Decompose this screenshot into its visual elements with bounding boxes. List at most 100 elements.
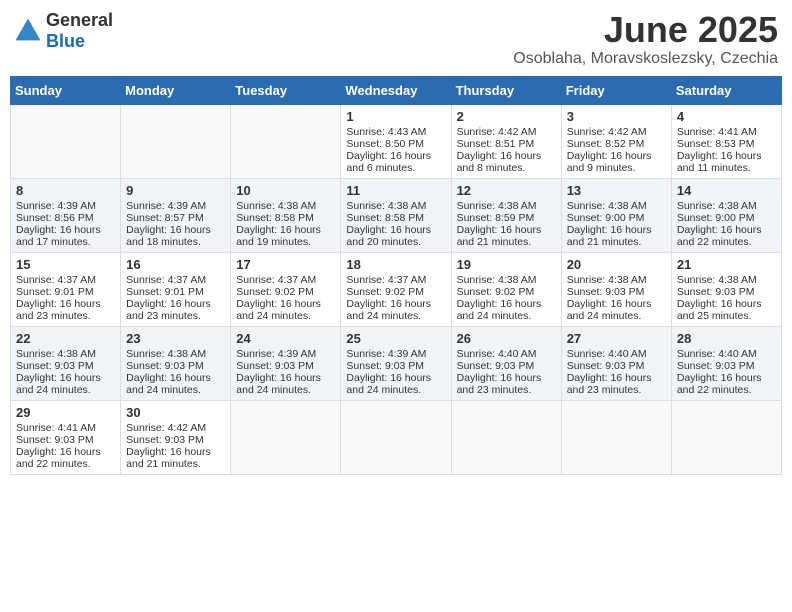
sunset-label: Sunset: 8:59 PM — [457, 212, 535, 224]
sunrise-label: Sunrise: 4:42 AM — [126, 422, 206, 434]
sunrise-label: Sunrise: 4:40 AM — [457, 348, 537, 360]
sunrise-label: Sunrise: 4:41 AM — [677, 126, 757, 138]
daylight-label: Daylight: 16 hours and 24 minutes. — [457, 298, 542, 322]
day-number: 27 — [567, 331, 666, 346]
sunset-label: Sunset: 9:03 PM — [346, 360, 424, 372]
calendar-cell — [341, 400, 451, 474]
calendar-cell: 1 Sunrise: 4:43 AM Sunset: 8:50 PM Dayli… — [341, 104, 451, 178]
sunrise-label: Sunrise: 4:39 AM — [16, 200, 96, 212]
day-number: 15 — [16, 257, 115, 272]
day-number: 12 — [457, 183, 556, 198]
sunset-label: Sunset: 9:02 PM — [346, 286, 424, 298]
sunrise-label: Sunrise: 4:39 AM — [346, 348, 426, 360]
daylight-label: Daylight: 16 hours and 23 minutes. — [567, 372, 652, 396]
calendar-cell — [451, 400, 561, 474]
day-number: 4 — [677, 109, 776, 124]
calendar-cell: 27 Sunrise: 4:40 AM Sunset: 9:03 PM Dayl… — [561, 326, 671, 400]
sunset-label: Sunset: 9:03 PM — [677, 360, 755, 372]
daylight-label: Daylight: 16 hours and 22 minutes. — [677, 224, 762, 248]
calendar-header-row: SundayMondayTuesdayWednesdayThursdayFrid… — [11, 76, 782, 104]
day-number: 2 — [457, 109, 556, 124]
calendar-week-row: 22 Sunrise: 4:38 AM Sunset: 9:03 PM Dayl… — [11, 326, 782, 400]
day-header-sunday: Sunday — [11, 76, 121, 104]
calendar-cell: 12 Sunrise: 4:38 AM Sunset: 8:59 PM Dayl… — [451, 178, 561, 252]
sunset-label: Sunset: 8:53 PM — [677, 138, 755, 150]
day-number: 21 — [677, 257, 776, 272]
daylight-label: Daylight: 16 hours and 18 minutes. — [126, 224, 211, 248]
calendar-subtitle: Osoblaha, Moravskoslezsky, Czechia — [513, 50, 778, 68]
day-number: 3 — [567, 109, 666, 124]
sunrise-label: Sunrise: 4:38 AM — [457, 274, 537, 286]
sunrise-label: Sunrise: 4:38 AM — [567, 274, 647, 286]
calendar-cell — [11, 104, 121, 178]
sunset-label: Sunset: 9:02 PM — [457, 286, 535, 298]
calendar-cell: 9 Sunrise: 4:39 AM Sunset: 8:57 PM Dayli… — [121, 178, 231, 252]
calendar-week-row: 8 Sunrise: 4:39 AM Sunset: 8:56 PM Dayli… — [11, 178, 782, 252]
calendar-cell: 15 Sunrise: 4:37 AM Sunset: 9:01 PM Dayl… — [11, 252, 121, 326]
day-number: 8 — [16, 183, 115, 198]
calendar-week-row: 29 Sunrise: 4:41 AM Sunset: 9:03 PM Dayl… — [11, 400, 782, 474]
sunrise-label: Sunrise: 4:38 AM — [236, 200, 316, 212]
sunset-label: Sunset: 9:00 PM — [677, 212, 755, 224]
calendar-cell: 26 Sunrise: 4:40 AM Sunset: 9:03 PM Dayl… — [451, 326, 561, 400]
day-header-monday: Monday — [121, 76, 231, 104]
daylight-label: Daylight: 16 hours and 22 minutes. — [16, 446, 101, 470]
day-number: 10 — [236, 183, 335, 198]
sunrise-label: Sunrise: 4:38 AM — [346, 200, 426, 212]
calendar-cell: 10 Sunrise: 4:38 AM Sunset: 8:58 PM Dayl… — [231, 178, 341, 252]
sunrise-label: Sunrise: 4:43 AM — [346, 126, 426, 138]
daylight-label: Daylight: 16 hours and 24 minutes. — [567, 298, 652, 322]
day-number: 23 — [126, 331, 225, 346]
daylight-label: Daylight: 16 hours and 21 minutes. — [567, 224, 652, 248]
daylight-label: Daylight: 16 hours and 24 minutes. — [236, 372, 321, 396]
day-number: 13 — [567, 183, 666, 198]
daylight-label: Daylight: 16 hours and 22 minutes. — [677, 372, 762, 396]
daylight-label: Daylight: 16 hours and 21 minutes. — [126, 446, 211, 470]
calendar-cell — [671, 400, 781, 474]
sunrise-label: Sunrise: 4:40 AM — [677, 348, 757, 360]
day-number: 1 — [346, 109, 445, 124]
daylight-label: Daylight: 16 hours and 23 minutes. — [16, 298, 101, 322]
calendar-cell — [561, 400, 671, 474]
day-number: 14 — [677, 183, 776, 198]
sunrise-label: Sunrise: 4:38 AM — [677, 274, 757, 286]
sunrise-label: Sunrise: 4:40 AM — [567, 348, 647, 360]
title-area: June 2025 Osoblaha, Moravskoslezsky, Cze… — [513, 10, 778, 68]
day-number: 11 — [346, 183, 445, 198]
sunrise-label: Sunrise: 4:38 AM — [677, 200, 757, 212]
calendar-cell: 21 Sunrise: 4:38 AM Sunset: 9:03 PM Dayl… — [671, 252, 781, 326]
sunrise-label: Sunrise: 4:38 AM — [457, 200, 537, 212]
calendar-cell: 8 Sunrise: 4:39 AM Sunset: 8:56 PM Dayli… — [11, 178, 121, 252]
calendar-cell: 4 Sunrise: 4:41 AM Sunset: 8:53 PM Dayli… — [671, 104, 781, 178]
day-header-friday: Friday — [561, 76, 671, 104]
day-number: 9 — [126, 183, 225, 198]
calendar-table: SundayMondayTuesdayWednesdayThursdayFrid… — [10, 76, 782, 475]
day-number: 29 — [16, 405, 115, 420]
daylight-label: Daylight: 16 hours and 17 minutes. — [16, 224, 101, 248]
day-number: 20 — [567, 257, 666, 272]
calendar-cell: 25 Sunrise: 4:39 AM Sunset: 9:03 PM Dayl… — [341, 326, 451, 400]
day-number: 18 — [346, 257, 445, 272]
sunrise-label: Sunrise: 4:37 AM — [16, 274, 96, 286]
day-header-tuesday: Tuesday — [231, 76, 341, 104]
sunrise-label: Sunrise: 4:41 AM — [16, 422, 96, 434]
calendar-cell: 16 Sunrise: 4:37 AM Sunset: 9:01 PM Dayl… — [121, 252, 231, 326]
calendar-cell: 24 Sunrise: 4:39 AM Sunset: 9:03 PM Dayl… — [231, 326, 341, 400]
daylight-label: Daylight: 16 hours and 23 minutes. — [126, 298, 211, 322]
daylight-label: Daylight: 16 hours and 8 minutes. — [457, 150, 542, 174]
sunset-label: Sunset: 8:56 PM — [16, 212, 94, 224]
sunset-label: Sunset: 9:01 PM — [126, 286, 204, 298]
sunset-label: Sunset: 9:00 PM — [567, 212, 645, 224]
day-number: 28 — [677, 331, 776, 346]
sunrise-label: Sunrise: 4:37 AM — [126, 274, 206, 286]
daylight-label: Daylight: 16 hours and 20 minutes. — [346, 224, 431, 248]
sunrise-label: Sunrise: 4:42 AM — [567, 126, 647, 138]
daylight-label: Daylight: 16 hours and 24 minutes. — [346, 372, 431, 396]
sunset-label: Sunset: 9:02 PM — [236, 286, 314, 298]
sunrise-label: Sunrise: 4:38 AM — [16, 348, 96, 360]
calendar-cell: 22 Sunrise: 4:38 AM Sunset: 9:03 PM Dayl… — [11, 326, 121, 400]
day-number: 22 — [16, 331, 115, 346]
calendar-cell — [231, 400, 341, 474]
sunset-label: Sunset: 9:03 PM — [16, 434, 94, 446]
generalblue-logo-icon — [14, 17, 42, 45]
